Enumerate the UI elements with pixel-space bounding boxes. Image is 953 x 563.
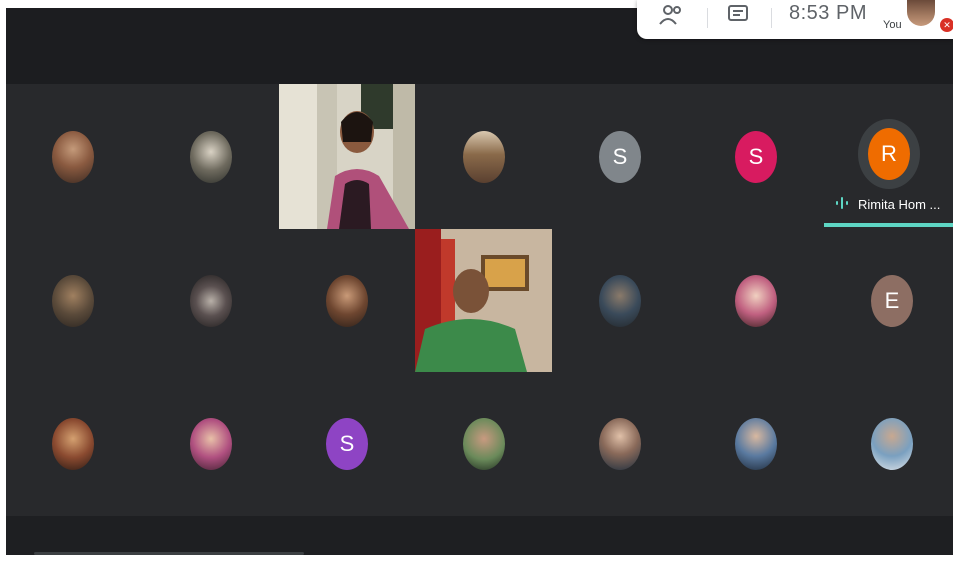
self-avatar[interactable] — [907, 0, 935, 26]
participant-avatar[interactable] — [735, 275, 777, 327]
participant-avatar[interactable] — [190, 418, 232, 470]
participant-avatar[interactable] — [463, 131, 505, 183]
participant-avatar[interactable] — [326, 275, 368, 327]
participant-avatar[interactable] — [190, 131, 232, 183]
participant-avatar[interactable] — [599, 275, 641, 327]
self-label: You — [883, 19, 902, 31]
participant-avatar[interactable] — [599, 418, 641, 470]
meeting-info-overlay: 8:53 PM You ✕ — [637, 0, 953, 39]
meeting-clock: 8:53 PM — [789, 2, 867, 24]
speaking-highlight-bar — [824, 223, 953, 227]
participant-avatar[interactable] — [52, 275, 94, 327]
video-feed-woman-saree — [279, 84, 415, 229]
overlay-divider — [771, 8, 772, 28]
participant-initial[interactable]: S — [735, 131, 777, 183]
participant-initial[interactable]: E — [871, 275, 913, 327]
speaking-indicator-icon — [836, 197, 848, 209]
mic-muted-icon: ✕ — [940, 18, 953, 32]
bottom-bar — [6, 516, 953, 555]
chat-icon[interactable] — [727, 4, 749, 26]
participant-avatar[interactable] — [735, 418, 777, 470]
participant-initial[interactable]: S — [326, 418, 368, 470]
participant-avatar[interactable] — [871, 418, 913, 470]
bottom-divider — [34, 552, 304, 555]
participant-video[interactable] — [279, 84, 415, 229]
overlay-divider — [707, 8, 708, 28]
active-speaker-name: Rimita Hom ... — [858, 197, 941, 212]
participant-avatar[interactable] — [190, 275, 232, 327]
participant-initial[interactable]: S — [599, 131, 641, 183]
participant-video[interactable] — [415, 229, 552, 372]
participant-avatar[interactable] — [52, 418, 94, 470]
participant-avatar[interactable] — [52, 131, 94, 183]
video-feed-man-room — [415, 229, 552, 372]
active-speaker-initial[interactable]: R — [868, 128, 910, 180]
people-icon[interactable] — [659, 4, 683, 26]
participant-avatar[interactable] — [463, 418, 505, 470]
